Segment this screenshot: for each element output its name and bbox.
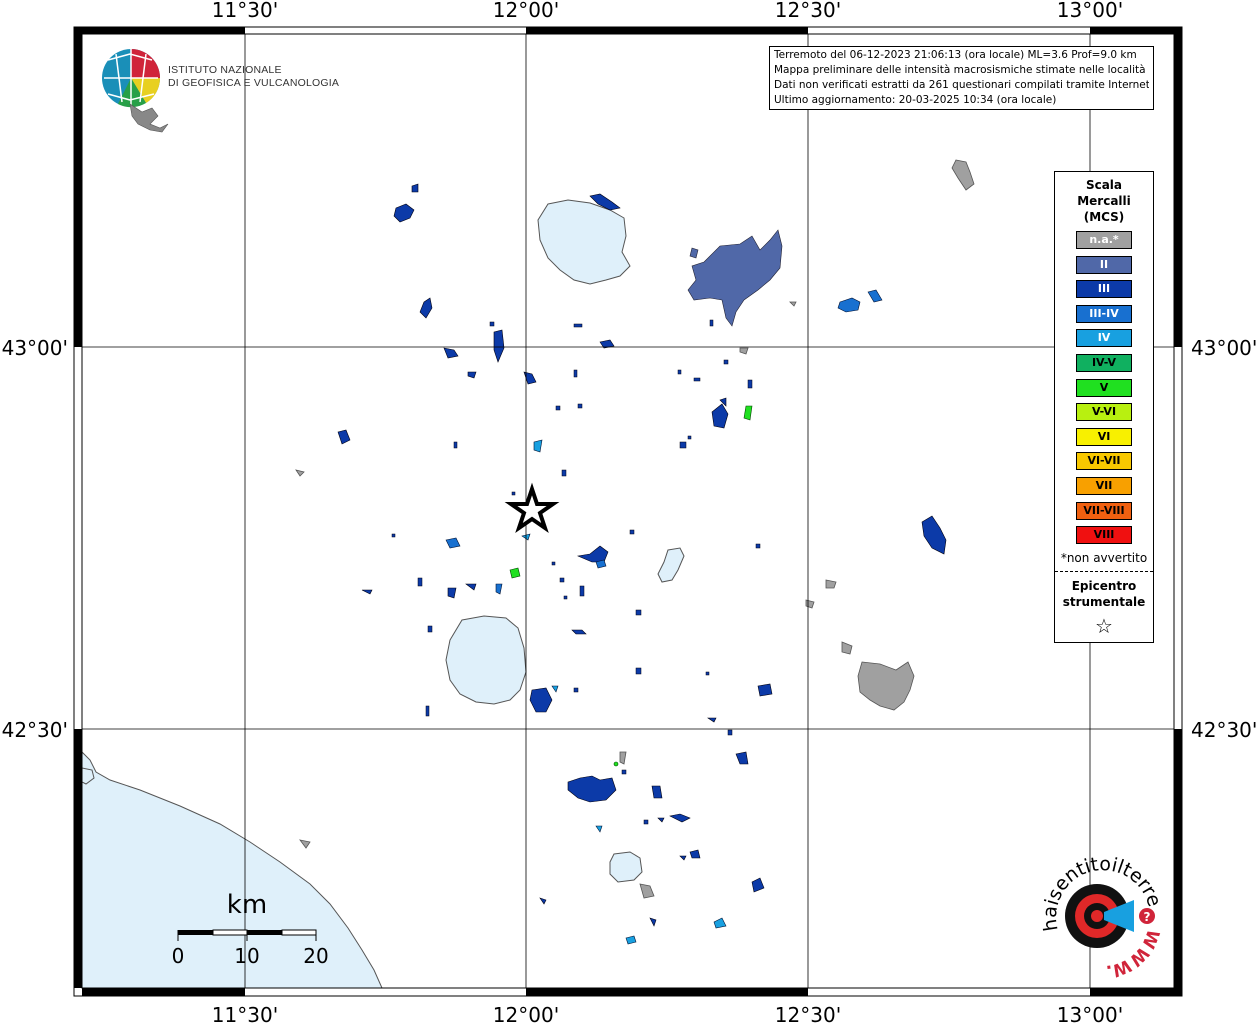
mcs-legend: Scala Mercalli (MCS) n.a.* II III III-IV IV I… — [1054, 171, 1154, 643]
legend-item-v: V — [1076, 378, 1132, 397]
legend-item-iv-v: IV-V — [1076, 353, 1132, 372]
legend-title-line3: (MCS) — [1083, 210, 1125, 224]
lon-label-bottom-2: 12°00' — [493, 1003, 559, 1024]
legend-item-iv: IV — [1076, 329, 1132, 348]
legend-star-icon: ☆ — [1095, 613, 1113, 638]
event-info-line2: Mappa preliminare delle intensità macros… — [774, 64, 1146, 76]
legend-epicenter-line2: strumentale — [1062, 594, 1146, 609]
lat-label-left-1: 43°00' — [2, 336, 68, 360]
scale-tick-20: 20 — [303, 944, 328, 968]
badge-question: ? — [1144, 910, 1151, 924]
lon-label-top-2: 12°00' — [493, 0, 559, 22]
legend-item-vii-viii: VII-VIII — [1076, 501, 1132, 520]
scale-tick-10: 10 — [234, 944, 259, 968]
legend-item-vii: VII — [1076, 476, 1132, 495]
legend-item-vi-vii: VI-VII — [1076, 452, 1132, 471]
lon-label-top-1: 11°30' — [212, 0, 278, 22]
ingv-name-line2: DI GEOFISICA E VULCANOLOGIA — [168, 77, 340, 89]
legend-item-n-a: n.a.* — [1076, 231, 1132, 249]
lat-label-right-1: 43°00' — [1191, 336, 1256, 360]
legend-epicenter-label: Epicentro strumentale — [1055, 578, 1153, 610]
lat-label-left-2: 42°30' — [2, 718, 68, 742]
event-info-line4: Ultimo aggiornamento: 20-03-2025 10:34 (… — [774, 94, 1057, 106]
lake-bolsena — [445, 615, 527, 705]
legend-item-iii: III — [1076, 280, 1132, 299]
lon-label-bottom-1: 11°30' — [212, 1003, 278, 1024]
legend-item-iii-iv: III-IV — [1076, 304, 1132, 323]
lon-label-bottom-4: 13°00' — [1057, 1003, 1123, 1024]
lon-label-top-4: 13°00' — [1057, 0, 1123, 22]
event-info-box: Terremoto del 06-12-2023 21:06:13 (ora l… — [769, 46, 1154, 110]
lon-label-bottom-3: 12°30' — [775, 1003, 841, 1024]
legend-title-line1: Scala — [1085, 178, 1123, 192]
legend-item-vi: VI — [1076, 427, 1132, 446]
ingv-name: ISTITUTO NAZIONALE DI GEOFISICA E VULCAN… — [168, 64, 339, 90]
lat-label-right-2: 42°30' — [1191, 718, 1256, 742]
lake-vico — [609, 851, 643, 883]
legend-items: n.a.* II III III-IV IV IV-V V V-VI VI VI-VII VII VI… — [1055, 231, 1153, 545]
event-info-line1: Terremoto del 06-12-2023 21:06:13 (ora l… — [774, 49, 1137, 61]
legend-item-viii: VIII — [1076, 526, 1132, 545]
legend-title-line2: Mercalli — [1077, 194, 1131, 208]
legend-note: *non avvertito — [1060, 550, 1148, 565]
legend-epicenter-line1: Epicentro — [1071, 578, 1137, 593]
legend-title: Scala Mercalli (MCS) — [1055, 177, 1153, 225]
ingv-name-line1: ISTITUTO NAZIONALE — [168, 64, 282, 76]
legend-item-ii: II — [1076, 255, 1132, 274]
event-info-line3: Dati non verificati estratti da 261 ques… — [774, 79, 1149, 91]
lon-label-top-3: 12°30' — [775, 0, 841, 22]
scale-tick-0: 0 — [172, 944, 185, 968]
legend-divider — [1055, 570, 1153, 572]
legend-item-v-vi: V-VI — [1076, 403, 1132, 422]
scale-unit-label: km — [227, 890, 267, 920]
